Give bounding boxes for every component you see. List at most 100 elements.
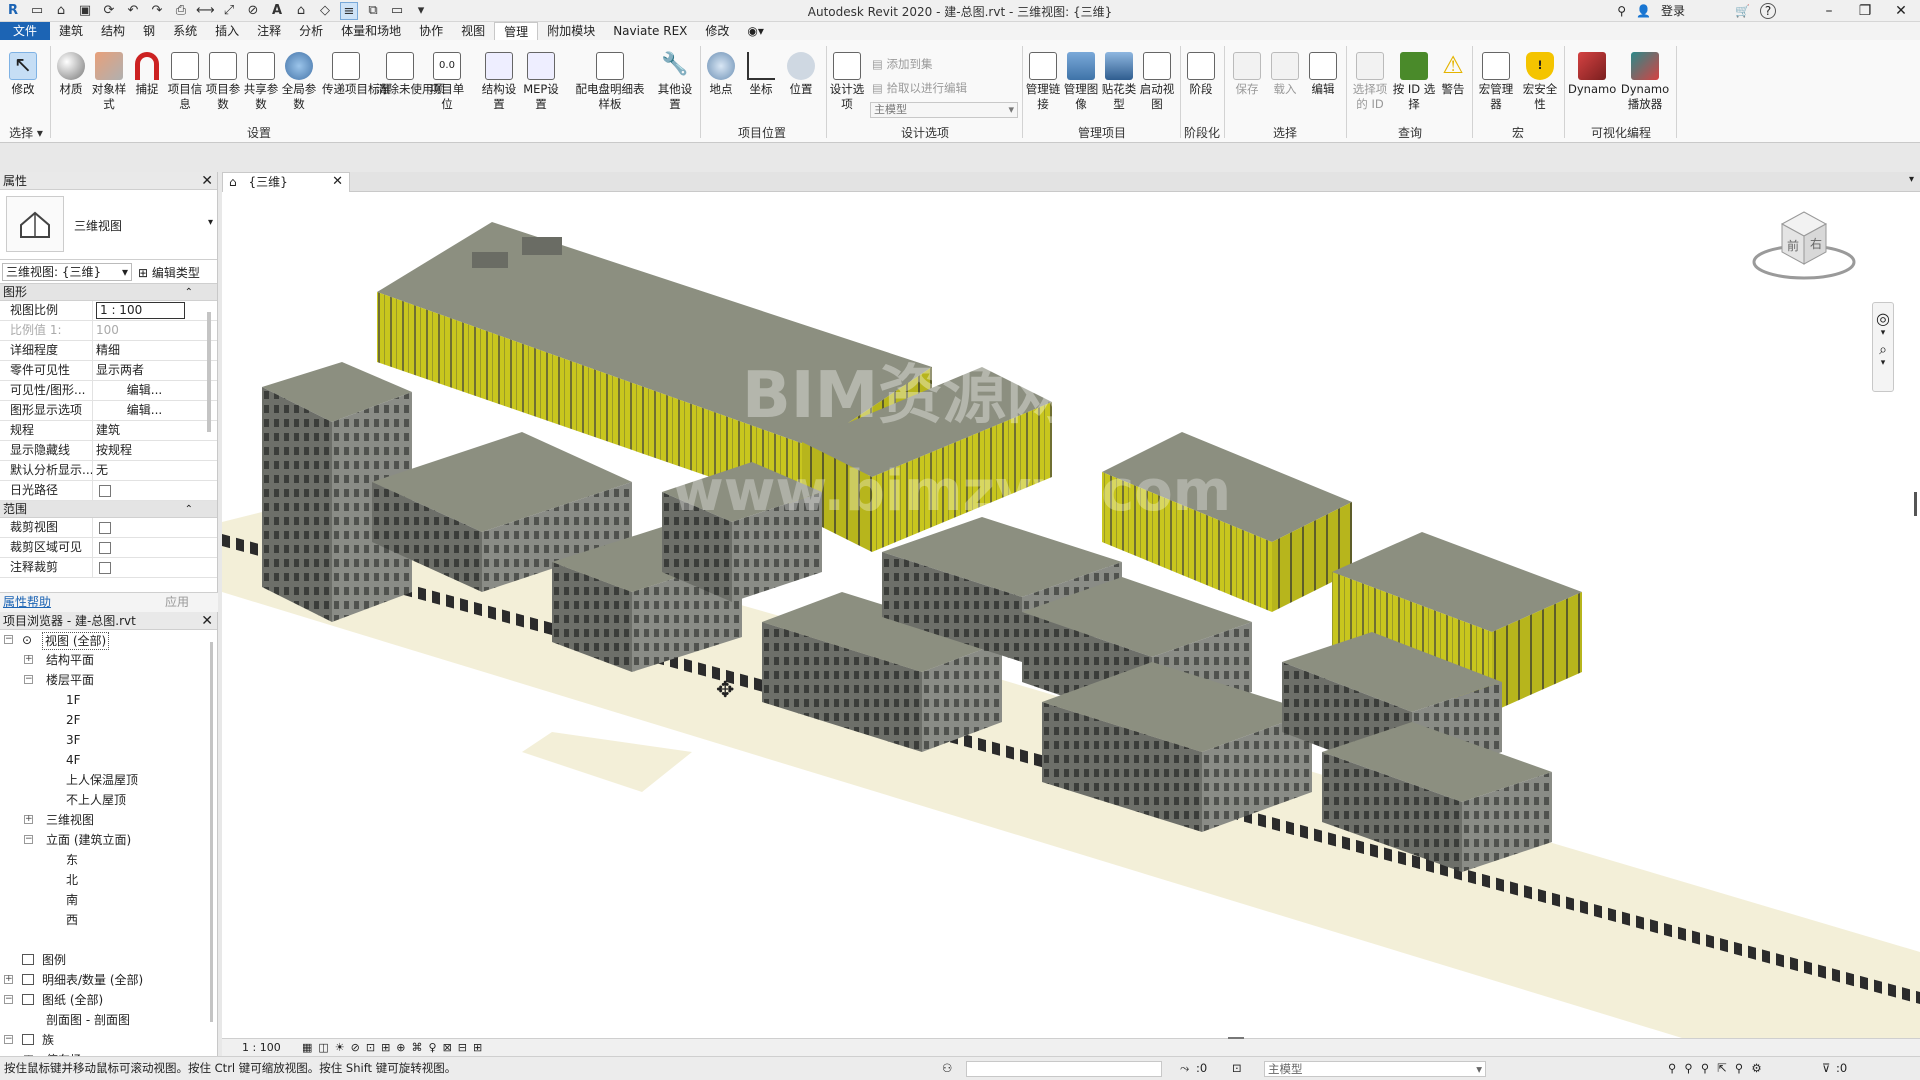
- prop-discipline[interactable]: 规程 建筑: [0, 421, 217, 441]
- panel-title-select[interactable]: 选择 ▾: [4, 124, 48, 141]
- resize-grip[interactable]: [1228, 1037, 1244, 1039]
- tab-analyze[interactable]: 分析: [290, 22, 332, 40]
- tab-collaborate[interactable]: 协作: [410, 22, 452, 40]
- manage-images-button[interactable]: 管理图像: [1062, 52, 1100, 112]
- global-parameters-button[interactable]: 全局参数: [280, 52, 318, 112]
- revit-logo-icon[interactable]: R: [4, 2, 22, 20]
- annotation-crop-checkbox[interactable]: [99, 562, 111, 574]
- tab-annotate[interactable]: 注释: [248, 22, 290, 40]
- tab-modify[interactable]: 修改: [696, 22, 738, 40]
- view-controls-icons[interactable]: ▦◫☀⊘⊡⊞⊕⌘♀⊠⊟⊞: [302, 1039, 488, 1056]
- sync-icon[interactable]: ⟳: [100, 2, 118, 20]
- dynamo-button[interactable]: Dynamo: [1568, 52, 1616, 97]
- tree-item-east[interactable]: 东: [0, 850, 217, 870]
- prop-vg-overrides[interactable]: 可见性/图形... 编辑...: [0, 381, 217, 401]
- macro-security-button[interactable]: ! 宏安全性: [1518, 52, 1562, 112]
- manage-links-button[interactable]: 管理链接: [1024, 52, 1062, 112]
- tree-item-floor-plans[interactable]: − 楼层平面: [0, 670, 217, 690]
- login-link[interactable]: 登录: [1661, 2, 1685, 19]
- tab-naviate-rex[interactable]: Naviate REX: [604, 22, 696, 40]
- chevron-down-icon[interactable]: ▾: [208, 217, 213, 228]
- starting-view-button[interactable]: 启动视图: [1138, 52, 1176, 112]
- vg-edit-button[interactable]: 编辑...: [93, 381, 193, 400]
- chevron-down-icon[interactable]: ▾: [1873, 358, 1893, 368]
- properties-scrollbar[interactable]: [207, 312, 211, 432]
- macro-manager-button[interactable]: 宏管理器: [1474, 52, 1518, 112]
- tree-item-elevations[interactable]: − 立面 (建筑立面): [0, 830, 217, 850]
- transfer-project-standards-button[interactable]: 传递项目标准: [322, 52, 391, 97]
- open-icon[interactable]: ▭: [28, 2, 46, 20]
- customize-qat-icon[interactable]: ▾: [412, 2, 430, 20]
- prop-annotation-crop[interactable]: 注释裁剪: [0, 558, 217, 578]
- tree-item-sheets[interactable]: − 图纸 (全部): [0, 990, 217, 1010]
- section-icon[interactable]: ◇: [316, 2, 334, 20]
- load-selection-button[interactable]: 载入: [1266, 52, 1304, 97]
- prop-graphic-display[interactable]: 图形显示选项 编辑...: [0, 401, 217, 421]
- filter-icon[interactable]: ⊽: [1822, 1057, 1830, 1080]
- materials-button[interactable]: 材质: [52, 52, 90, 97]
- tree-item-roof-unoccupied[interactable]: 不上人屋顶: [0, 790, 217, 810]
- group-graphics[interactable]: 图形 ⌃: [0, 284, 217, 301]
- pick-to-edit-button[interactable]: ▤ 拾取以进行编辑: [872, 80, 967, 96]
- print-icon[interactable]: ⎙: [172, 2, 190, 20]
- measure-icon[interactable]: ⟷: [196, 2, 215, 20]
- close-hidden-windows-icon[interactable]: ⧉: [364, 2, 382, 20]
- tag-icon[interactable]: ⊘: [244, 2, 262, 20]
- tree-item-roof-occupied[interactable]: 上人保温屋顶: [0, 770, 217, 790]
- panel-schedule-templates-button[interactable]: 配电盘明细表样板: [572, 52, 648, 112]
- undo-icon[interactable]: ↶: [124, 2, 142, 20]
- select-by-id-button[interactable]: 按 ID 选择: [1392, 52, 1436, 112]
- maximize-button[interactable]: ❐: [1852, 3, 1878, 19]
- open-folder-icon[interactable]: ⌂: [52, 2, 70, 20]
- save-selection-button[interactable]: 保存: [1228, 52, 1266, 97]
- tab-systems[interactable]: 系统: [164, 22, 206, 40]
- tab-architecture[interactable]: 建筑: [50, 22, 92, 40]
- close-button[interactable]: ✕: [1888, 3, 1914, 19]
- type-selector[interactable]: 三维视图 ▾: [0, 190, 217, 260]
- switch-windows-icon[interactable]: ▭: [388, 2, 406, 20]
- prop-sun-path[interactable]: 日光路径: [0, 481, 217, 501]
- apply-button[interactable]: 应用: [165, 593, 189, 612]
- tab-massing-site[interactable]: 体量和场地: [332, 22, 410, 40]
- crop-visible-checkbox[interactable]: [99, 542, 111, 554]
- canvas-scroll-indicator[interactable]: [1914, 492, 1917, 516]
- view-scale-control[interactable]: 1 : 100: [242, 1039, 281, 1056]
- shared-parameters-button[interactable]: 共享参数: [242, 52, 280, 112]
- tree-item-views[interactable]: − ⊙ 视图 (全部): [0, 630, 217, 650]
- tree-item-3d-views[interactable]: + 三维视图: [0, 810, 217, 830]
- worksharing-icon[interactable]: ⚇: [942, 1057, 952, 1080]
- prop-hidden-lines[interactable]: 显示隐藏线 按规程: [0, 441, 217, 461]
- add-to-set-button[interactable]: ▤ 添加到集: [872, 56, 933, 72]
- dynamo-player-button[interactable]: Dynamo 播放器: [1618, 52, 1672, 112]
- thin-lines-icon[interactable]: ≡: [340, 2, 358, 20]
- tab-addins[interactable]: 附加模块: [538, 22, 604, 40]
- view-tab-3d[interactable]: ⌂ {三维} ✕: [222, 172, 350, 192]
- redo-icon[interactable]: ↷: [148, 2, 166, 20]
- tree-item-north[interactable]: 北: [0, 870, 217, 890]
- tab-steel[interactable]: 钢: [134, 22, 164, 40]
- instance-selector[interactable]: 三维视图: {三维} ▾: [2, 263, 132, 281]
- decal-types-button[interactable]: 贴花类型: [1100, 52, 1138, 112]
- close-icon[interactable]: ✕: [201, 172, 213, 190]
- prop-detail-level[interactable]: 详细程度 精细: [0, 341, 217, 361]
- prop-crop-view[interactable]: 裁剪视图: [0, 518, 217, 538]
- design-option-combo[interactable]: 主模型 ▾: [870, 102, 1018, 118]
- crop-view-checkbox[interactable]: [99, 522, 111, 534]
- tab-structure[interactable]: 结构: [92, 22, 134, 40]
- text-icon[interactable]: A: [268, 2, 286, 20]
- tab-view[interactable]: 视图: [452, 22, 494, 40]
- workset-combo[interactable]: [966, 1061, 1162, 1077]
- steering-wheel-icon[interactable]: ◎: [1873, 309, 1893, 328]
- close-tab-icon[interactable]: ✕: [332, 173, 343, 191]
- mep-settings-button[interactable]: MEP设置: [522, 52, 560, 112]
- tree-item-legends[interactable]: 图例: [0, 950, 217, 970]
- prop-analysis-display[interactable]: 默认分析显示... 无: [0, 461, 217, 481]
- tree-item-sheet-section[interactable]: 剖面图 - 剖面图: [0, 1010, 217, 1030]
- default-3d-view-icon[interactable]: ⌂: [292, 2, 310, 20]
- properties-help-link[interactable]: 属性帮助: [3, 593, 51, 612]
- tab-insert[interactable]: 插入: [206, 22, 248, 40]
- position-button[interactable]: 位置: [782, 52, 820, 97]
- location-button[interactable]: 地点: [702, 52, 740, 97]
- design-options-status-icon[interactable]: ⊡: [1232, 1057, 1242, 1080]
- cart-icon[interactable]: 🛒: [1735, 4, 1750, 18]
